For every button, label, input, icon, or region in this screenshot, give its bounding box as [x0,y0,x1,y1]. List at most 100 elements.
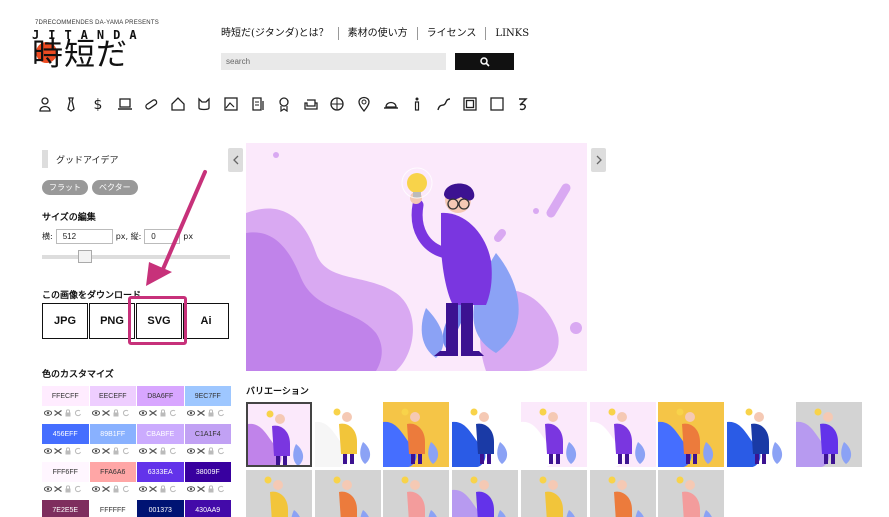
reset-icon[interactable] [217,485,225,493]
eye-icon[interactable] [139,409,147,417]
color-swatch[interactable]: FFECFF [42,386,89,406]
variation-preview-graphic [314,470,381,517]
color-swatch[interactable]: 001373 [137,500,184,517]
variation-thumbnail[interactable] [658,402,725,467]
eye-icon[interactable] [139,447,147,455]
reset-icon[interactable] [122,447,130,455]
color-swatch[interactable]: 89B1FF [89,424,136,444]
shuffle-icon[interactable] [54,447,62,455]
color-swatch[interactable]: EECEFF [89,386,136,406]
shuffle-icon[interactable] [196,447,205,455]
color-swatch[interactable]: 38009F [184,462,231,482]
reset-icon[interactable] [217,409,225,417]
reset-icon[interactable] [122,409,130,417]
lock-icon[interactable] [207,485,215,493]
reset-icon[interactable] [169,447,177,455]
idea-man-illustration [246,143,587,371]
shuffle-icon[interactable] [149,409,157,417]
variation-preview-graphic [589,402,656,467]
color-swatch[interactable]: C1A1F4 [184,424,231,444]
variation-preview-graphic [383,470,450,517]
color-swatch[interactable]: 456EFF [42,424,89,444]
eye-icon[interactable] [186,485,195,493]
reset-icon[interactable] [74,447,82,455]
variation-preview-graphic [383,402,450,467]
reset-icon[interactable] [74,409,82,417]
variation-thumbnail[interactable] [314,470,381,517]
shuffle-icon[interactable] [54,485,62,493]
color-swatch[interactable]: CBABFE [137,424,184,444]
color-swatch[interactable]: 7E2E5E [42,500,89,517]
variation-thumbnail[interactable] [726,402,793,467]
reset-icon[interactable] [74,485,82,493]
variation-thumbnail[interactable] [658,470,725,517]
variation-thumbnail[interactable] [314,402,381,467]
shuffle-icon[interactable] [196,485,205,493]
eye-icon[interactable] [186,447,195,455]
eye-icon[interactable] [91,409,100,417]
eye-icon[interactable] [44,485,52,493]
variation-thumbnail[interactable] [452,402,519,467]
lock-icon[interactable] [207,447,215,455]
eye-icon[interactable] [139,485,147,493]
eye-icon[interactable] [44,409,52,417]
shuffle-icon[interactable] [196,409,205,417]
lock-icon[interactable] [207,409,215,417]
variation-thumbnail[interactable] [246,470,312,517]
variation-preview-graphic [520,470,587,517]
variation-thumbnail[interactable] [383,470,450,517]
next-arrow-button[interactable] [591,148,606,172]
variation-thumbnail[interactable] [589,470,656,517]
shuffle-icon[interactable] [101,485,110,493]
lock-icon[interactable] [159,409,167,417]
color-swatch[interactable]: FFF6FF [42,462,89,482]
eye-icon[interactable] [91,485,100,493]
chevron-right-icon [596,155,602,165]
color-swatch[interactable]: 9EC7FF [184,386,231,406]
color-swatch[interactable]: 430AA9 [184,500,231,517]
variation-preview-graphic [248,404,310,465]
swatch-controls [185,409,232,417]
variation-thumbnail[interactable] [589,402,656,467]
shuffle-icon[interactable] [149,447,157,455]
swatch-row: 7E2E5E FFFFFF 001373 430AA9 [42,500,232,517]
eye-icon[interactable] [91,447,100,455]
variation-preview-graphic [452,402,519,467]
reset-icon[interactable] [217,447,225,455]
color-swatch[interactable]: FFFFFF [89,500,136,517]
swatch-controls [137,485,184,493]
lock-icon[interactable] [159,447,167,455]
variation-preview-graphic [658,470,725,517]
color-swatch[interactable]: FFA6A6 [89,462,136,482]
shuffle-icon[interactable] [101,447,110,455]
variation-preview-graphic [726,402,793,467]
lock-icon[interactable] [112,485,120,493]
variation-preview-graphic [520,402,587,467]
lock-icon[interactable] [64,485,72,493]
reset-icon[interactable] [169,409,177,417]
eye-icon[interactable] [44,447,52,455]
variation-thumbnail[interactable] [246,402,312,467]
variation-thumbnail[interactable] [795,402,862,467]
prev-arrow-button[interactable] [228,148,243,172]
color-swatch[interactable]: D8A6FF [137,386,184,406]
lock-icon[interactable] [112,447,120,455]
swatch-controls [90,485,137,493]
variation-thumbnail[interactable] [520,470,587,517]
lock-icon[interactable] [159,485,167,493]
variation-thumbnail[interactable] [383,402,450,467]
variation-thumbnail[interactable] [520,402,587,467]
shuffle-icon[interactable] [54,409,62,417]
reset-icon[interactable] [122,485,130,493]
variation-thumbnail[interactable] [452,470,519,517]
color-swatch[interactable]: 6333EA [137,462,184,482]
shuffle-icon[interactable] [149,485,157,493]
reset-icon[interactable] [169,485,177,493]
lock-icon[interactable] [64,409,72,417]
swatch-row: FFF6FF FFA6A6 6333EA 38009F [42,462,232,482]
lock-icon[interactable] [64,447,72,455]
lock-icon[interactable] [112,409,120,417]
shuffle-icon[interactable] [101,409,110,417]
eye-icon[interactable] [186,409,195,417]
variation-preview-graphic [314,402,381,467]
